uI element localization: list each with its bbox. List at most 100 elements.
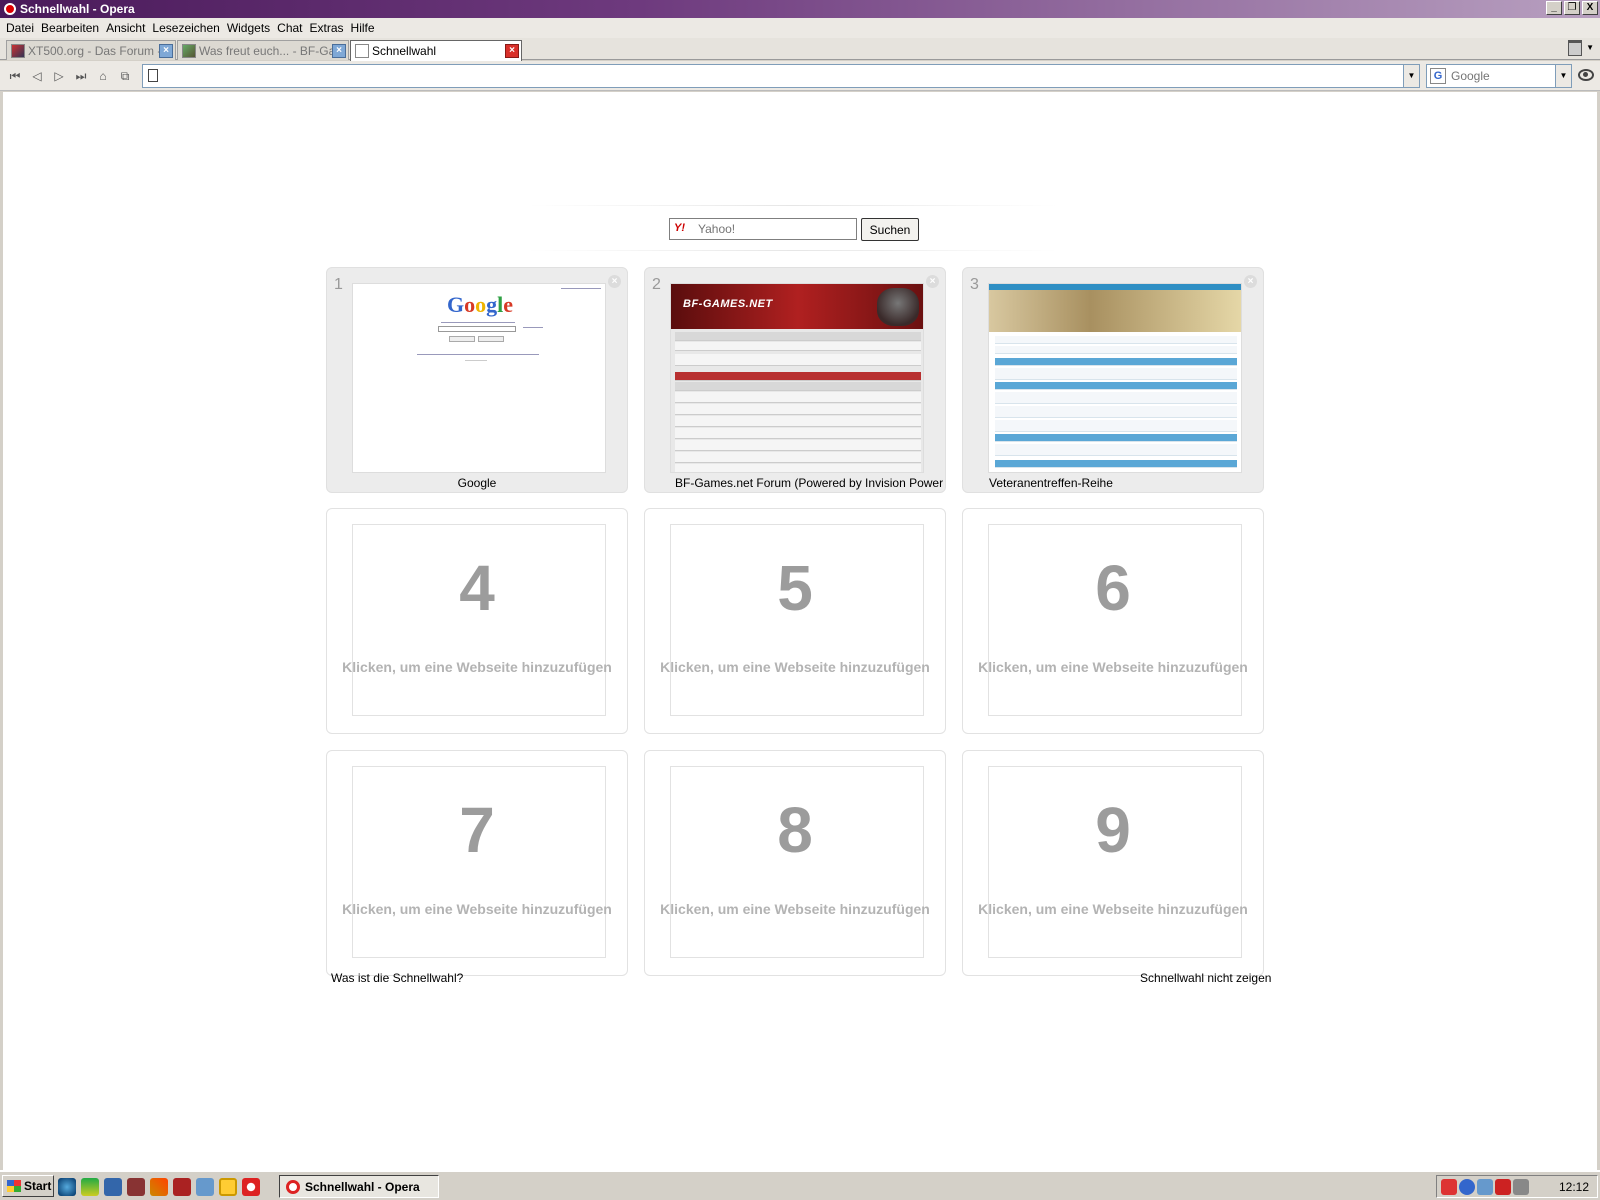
help-icon[interactable] [1459, 1179, 1475, 1195]
divider [528, 250, 1058, 251]
tab-label: Was freut euch... - BF-Ga... [199, 43, 332, 58]
speed-dial-7[interactable]: 7 Klicken, um eine Webseite hinzuzufügen [326, 750, 628, 976]
close-icon[interactable]: × [926, 275, 939, 288]
speed-dial-8[interactable]: 8 Klicken, um eine Webseite hinzuzufügen [644, 750, 946, 976]
page-favicon [355, 44, 369, 58]
opera-icon[interactable] [242, 1178, 260, 1196]
close-tab-icon[interactable]: × [159, 43, 173, 58]
shield-icon[interactable] [173, 1178, 191, 1196]
google-icon[interactable]: G [1430, 68, 1446, 84]
dial-title: Google [457, 476, 497, 490]
forum-row [995, 346, 1237, 354]
menu-chat[interactable]: Chat [275, 21, 307, 35]
trash-icon[interactable] [1568, 40, 1582, 56]
yahoo-search-input[interactable] [698, 221, 852, 237]
restore-button[interactable]: ❐ [1564, 1, 1580, 15]
task-opera[interactable]: Schnellwahl - Opera [279, 1175, 439, 1198]
network-icon[interactable] [1477, 1179, 1493, 1195]
title-bar: Schnellwahl - Opera _ ❐ X [0, 0, 1600, 18]
address-input[interactable] [163, 67, 1393, 85]
home-icon[interactable]: ⌂ [94, 68, 112, 84]
menu-extras[interactable]: Extras [308, 21, 349, 35]
globe-icon[interactable] [58, 1178, 76, 1196]
menu-hilfe[interactable]: Hilfe [349, 21, 380, 35]
speed-dial-3[interactable]: 3 × Veteranentreffen-Reihe [962, 267, 1264, 493]
forward-icon[interactable]: ▷ [50, 68, 68, 84]
thumb-button [478, 336, 504, 342]
speaker-icon[interactable] [1513, 1179, 1529, 1195]
triangle-app-icon[interactable] [81, 1178, 99, 1196]
link-line [465, 360, 487, 361]
forum-row [675, 416, 921, 427]
dial-number: 2 [652, 276, 661, 293]
antivirus-icon[interactable] [1495, 1179, 1511, 1195]
close-tab-icon[interactable]: × [505, 44, 519, 58]
forum-row [995, 406, 1237, 418]
search-field[interactable]: G ▼ [1426, 64, 1572, 88]
speed-dial-6[interactable]: 6 Klicken, um eine Webseite hinzuzufügen [962, 508, 1264, 734]
link-line [561, 288, 601, 289]
yahoo-search-field[interactable]: Y! [669, 218, 857, 240]
hide-speed-dial-link[interactable]: Schnellwahl nicht zeigen [1140, 971, 1271, 985]
rewind-icon[interactable]: ⏮ [6, 68, 24, 84]
soldier-image [877, 288, 919, 326]
fast-forward-icon[interactable]: ⏭ [72, 68, 90, 84]
speed-dial-1[interactable]: 1 × Google Google [326, 267, 628, 493]
forum-row [675, 440, 921, 451]
add-site-text: Klicken, um eine Webseite hinzuzufügen [978, 659, 1248, 675]
search-input[interactable] [1451, 68, 1551, 84]
clock: 12:12 [1558, 1180, 1589, 1194]
menu-ansicht[interactable]: Ansicht [104, 21, 150, 35]
menu-bearbeiten[interactable]: Bearbeiten [39, 21, 104, 35]
tab-xt500[interactable]: XT500.org - Das Forum - ... × [6, 40, 176, 60]
speed-dial-2[interactable]: 2 × BF-GAMES.NET BF-Games.net Forum (Pow… [644, 267, 946, 493]
address-field[interactable]: ▼ [142, 64, 1420, 88]
google-logo: Google [447, 292, 514, 317]
tool-icon[interactable] [150, 1178, 168, 1196]
close-button[interactable]: X [1582, 1, 1598, 15]
tab-schnellwahl[interactable]: Schnellwahl × [350, 40, 522, 61]
close-tab-icon[interactable]: × [332, 43, 346, 58]
bf-logo: BF-GAMES.NET [683, 298, 773, 310]
wand-icon[interactable]: ⧉ [116, 68, 134, 84]
menu-datei[interactable]: Datei [4, 21, 39, 35]
forum-row [995, 382, 1237, 390]
search-button[interactable]: Suchen [861, 218, 919, 241]
thumb-button [449, 336, 475, 342]
dial-title: Veteranentreffen-Reihe [989, 476, 1113, 490]
eye-icon[interactable] [1578, 69, 1594, 81]
back-icon[interactable]: ◁ [28, 68, 46, 84]
menu-widgets[interactable]: Widgets [225, 21, 275, 35]
minimize-button[interactable]: _ [1546, 1, 1562, 15]
close-icon[interactable]: × [1244, 275, 1257, 288]
media-icon[interactable] [104, 1178, 122, 1196]
forum-row [995, 392, 1237, 404]
start-button[interactable]: Start [2, 1175, 54, 1197]
dial-number: 6 [1095, 552, 1131, 624]
forum-row [995, 358, 1237, 366]
forum-row [995, 368, 1237, 380]
game-icon[interactable] [127, 1178, 145, 1196]
tab-bar: XT500.org - Das Forum - ... × Was freut … [0, 38, 1600, 61]
close-icon[interactable]: × [608, 275, 621, 288]
task-label: Schnellwahl - Opera [305, 1179, 420, 1194]
link-line [441, 322, 515, 323]
search-bar [438, 326, 516, 332]
document-icon[interactable] [196, 1178, 214, 1196]
veteran-thumbnail [988, 283, 1242, 473]
opera-tray-icon[interactable] [1441, 1179, 1457, 1195]
what-is-speed-dial-link[interactable]: Was ist die Schnellwahl? [331, 971, 463, 985]
chevron-down-icon[interactable]: ▼ [1403, 65, 1419, 87]
xt500-favicon [11, 43, 25, 58]
google-thumbnail: Google [352, 283, 606, 473]
speed-dial-5[interactable]: 5 Klicken, um eine Webseite hinzuzufügen [644, 508, 946, 734]
folder-icon[interactable] [219, 1178, 237, 1196]
chevron-down-icon[interactable]: ▼ [1555, 65, 1571, 87]
tab-label: Schnellwahl [372, 44, 437, 58]
speed-dial-4[interactable]: 4 Klicken, um eine Webseite hinzuzufügen [326, 508, 628, 734]
forum-row [675, 332, 921, 341]
menu-lesezeichen[interactable]: Lesezeichen [150, 21, 224, 35]
chevron-down-icon[interactable]: ▼ [1586, 43, 1594, 52]
speed-dial-9[interactable]: 9 Klicken, um eine Webseite hinzuzufügen [962, 750, 1264, 976]
tab-bf-games[interactable]: Was freut euch... - BF-Ga... × [177, 40, 349, 60]
